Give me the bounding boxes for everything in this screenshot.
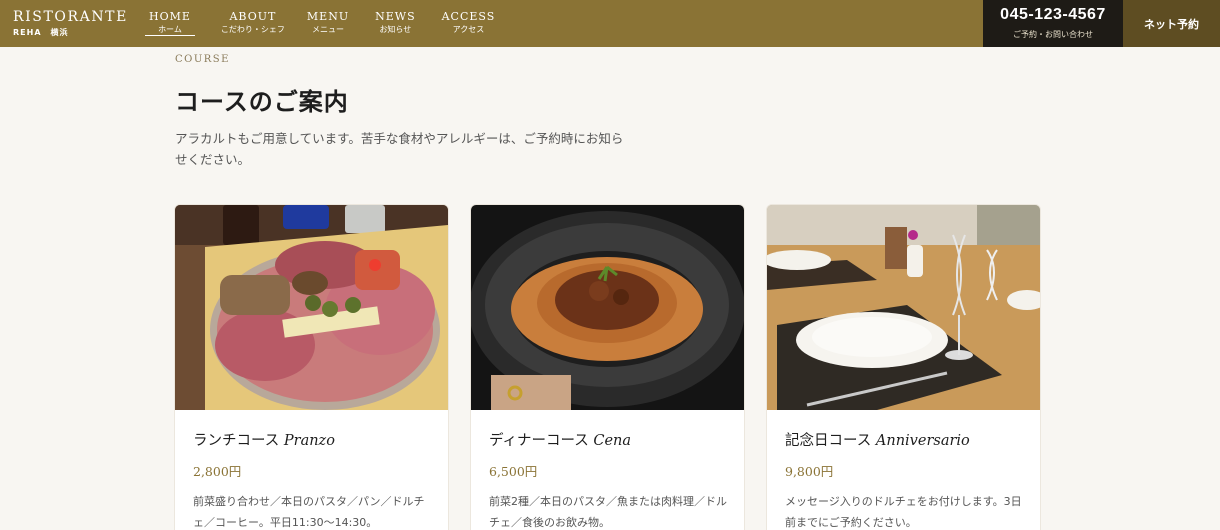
nav-news[interactable]: NEWS お知らせ xyxy=(375,10,416,36)
course-name-it: Cena xyxy=(593,433,632,449)
course-card-cena[interactable]: ディナーコース Cena 6,500円 前菜2種／本日のパスタ／魚または肉料理／… xyxy=(471,205,744,530)
course-card-anniversario[interactable]: 記念日コース Anniversario 9,800円 メッセージ入りのドルチェを… xyxy=(767,205,1040,530)
course-image-antipasto xyxy=(175,205,448,410)
nav-label: HOME xyxy=(149,10,191,23)
phone-contact-button[interactable]: 045-123-4567 ご予約・お問い合わせ xyxy=(983,0,1123,47)
course-price: 6,500円 xyxy=(489,464,538,479)
section-eyebrow: COURSE xyxy=(175,54,230,65)
course-description: 前菜盛り合わせ／本日のパスタ／パン／ドルチェ／コーヒー。平日11:30〜14:3… xyxy=(193,495,425,529)
brand-name: RISTORANTE xyxy=(13,9,128,25)
brand-logo[interactable]: RISTORANTE REHA 横浜 xyxy=(13,10,128,38)
nav-sublabel: メニュー xyxy=(312,25,344,34)
nav-home[interactable]: HOME ホーム xyxy=(145,10,195,36)
net-reservation-button[interactable]: ネット予約 xyxy=(1123,0,1220,47)
nav-label: ABOUT xyxy=(229,10,277,23)
course-price: 9,800円 xyxy=(785,464,834,479)
course-image-pasta xyxy=(471,205,744,410)
main-nav: HOME ホーム ABOUT こだわり・シェフ MENU メニュー NEWS お… xyxy=(145,10,521,36)
course-name: ディナーコース Cena xyxy=(489,429,631,450)
course-description: 前菜2種／本日のパスタ／魚または肉料理／ドルチェ／食後のお飲み物。 xyxy=(489,495,727,529)
course-price: 2,800円 xyxy=(193,464,242,479)
phone-label: ご予約・お問い合わせ xyxy=(1013,30,1093,39)
site-header: RISTORANTE REHA 横浜 HOME ホーム ABOUT こだわり・シ… xyxy=(0,0,1220,47)
phone-number: 045-123-4567 xyxy=(1000,6,1106,23)
course-name-it: Pranzo xyxy=(283,433,335,449)
nav-sublabel: アクセス xyxy=(452,25,485,34)
course-name-ja: ランチコース xyxy=(193,433,280,449)
course-name-ja: ディナーコース xyxy=(489,433,589,449)
nav-label: NEWS xyxy=(375,10,416,23)
course-name: 記念日コース Anniversario xyxy=(785,429,970,450)
course-name-it: Anniversario xyxy=(875,433,970,449)
section-title: コースのご案内 xyxy=(175,87,349,116)
nav-sublabel: お知らせ xyxy=(379,25,412,34)
nav-about[interactable]: ABOUT こだわり・シェフ xyxy=(221,10,285,36)
nav-sublabel: ホーム xyxy=(158,25,182,34)
course-name-ja: 記念日コース xyxy=(785,433,872,449)
brand-sub: REHA 横浜 xyxy=(13,28,69,37)
nav-sublabel: こだわり・シェフ xyxy=(220,25,285,34)
section-lead: アラカルトもご用意しています。苦手な食材やアレルギーは、ご予約時にお知らせくださ… xyxy=(175,131,624,167)
course-description: メッセージ入りのドルチェをお付けします。3日前までにご予約ください。 xyxy=(785,495,1022,529)
course-card-pranzo[interactable]: ランチコース Pranzo 2,800円 前菜盛り合わせ／本日のパスタ／パン／ド… xyxy=(175,205,448,530)
nav-label: MENU xyxy=(306,10,350,23)
course-image-table xyxy=(767,205,1040,410)
nav-access[interactable]: ACCESS アクセス xyxy=(442,10,496,36)
course-name: ランチコース Pranzo xyxy=(193,429,335,450)
nav-label: ACCESS xyxy=(441,10,496,23)
nav-menu[interactable]: MENU メニュー xyxy=(307,10,349,36)
